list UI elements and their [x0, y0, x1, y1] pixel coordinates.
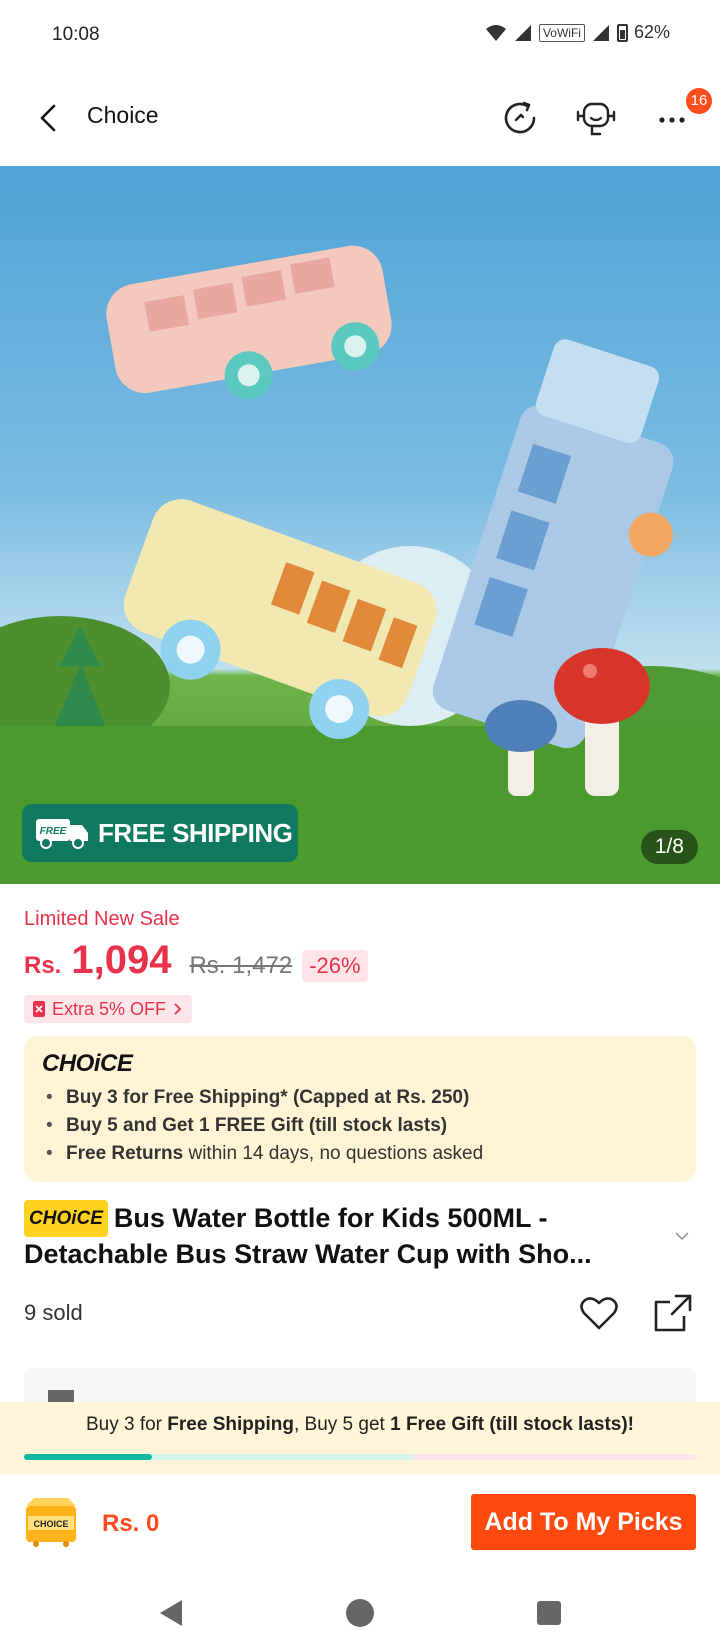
original-price: Rs. 1,472 [189, 952, 293, 979]
sold-count: 9 sold [24, 1300, 83, 1325]
extra-discount-coupon[interactable]: Extra 5% OFF [24, 995, 193, 1023]
history-icon[interactable] [496, 94, 544, 142]
bundle-progress-bar [24, 1454, 696, 1460]
bundle-promo-banner: Buy 3 for Free Shipping, Buy 5 get 1 Fre… [0, 1402, 720, 1474]
current-price: 1,094 [71, 938, 172, 982]
price-currency: Rs. [24, 952, 62, 979]
cart-label: CHOICE [33, 1519, 68, 1529]
notification-badge: 16 [686, 88, 712, 114]
picks-total: Rs. 0 [102, 1510, 160, 1537]
share-icon[interactable] [650, 1290, 696, 1336]
customer-service-icon[interactable] [572, 94, 620, 142]
benefit-item: Buy 5 and Get 1 FREE Gift (till stock la… [42, 1112, 678, 1140]
wifi-icon [485, 24, 506, 41]
nav-recents-icon[interactable] [532, 1596, 566, 1630]
system-nav-bar [0, 1574, 720, 1650]
image-pager: 1/8 [640, 830, 698, 864]
price-row: Rs. 1,094 Rs. 1,472 -26% [24, 938, 368, 983]
nav-back-icon[interactable] [154, 1596, 188, 1630]
battery-icon [616, 23, 628, 42]
back-icon[interactable] [30, 98, 70, 138]
benefit-item: Buy 3 for Free Shipping* (Capped at Rs. … [42, 1084, 678, 1112]
coupon-icon [33, 1001, 45, 1017]
add-to-picks-button[interactable]: Add To My Picks [471, 1494, 696, 1550]
page-title: Choice [87, 102, 159, 128]
delivery-truck-icon: FREE [36, 819, 88, 849]
product-photo [0, 245, 720, 884]
choice-cart-icon[interactable]: CHOICE [22, 1496, 80, 1548]
choice-logo: CHOiCE [42, 1050, 133, 1077]
wishlist-heart-icon[interactable] [578, 1292, 620, 1334]
promo-label: Limited New Sale [24, 908, 180, 930]
bundle-promo-text: Buy 3 for Free Shipping, Buy 5 get 1 Fre… [85, 1414, 635, 1435]
status-time: 10:08 [52, 24, 100, 45]
product-image-carousel[interactable]: FREE FREE SHIPPING 1/8 [0, 166, 720, 884]
free-tag-text: FREE [40, 826, 67, 837]
choice-tag: CHOiCE [24, 1200, 108, 1237]
status-bar: 10:08 VoWiFi 62% [0, 0, 720, 72]
chevron-down-icon[interactable] [672, 1226, 692, 1246]
signal-icon [514, 24, 531, 41]
product-title-text: Bus Water Bottle for Kids 500ML - Detach… [24, 1203, 592, 1269]
bundle-progress-fill [24, 1454, 152, 1460]
choice-benefit-list: Buy 3 for Free Shipping* (Capped at Rs. … [42, 1084, 678, 1168]
header: Choice 16 [0, 72, 720, 166]
nav-home-icon[interactable] [343, 1596, 377, 1630]
price-guarantee-row[interactable] [24, 1368, 696, 1404]
discount-badge: -26% [302, 950, 368, 982]
product-title[interactable]: CHOiCE Bus Water Bottle for Kids 500ML - … [24, 1200, 664, 1272]
coupon-label: Extra 5% OFF [52, 998, 167, 1019]
chevron-right-icon [174, 1003, 182, 1015]
free-shipping-badge: FREE FREE SHIPPING [22, 804, 298, 862]
status-icons: VoWiFi 62% [485, 22, 670, 43]
free-shipping-label: FREE SHIPPING [98, 817, 293, 848]
benefit-item: Free Returns within 14 days, no question… [42, 1140, 678, 1168]
signal-icon-2 [592, 24, 609, 41]
battery-level: 62% [633, 22, 670, 42]
vowifi-indicator: VoWiFi [538, 23, 585, 42]
choice-benefits-box[interactable]: CHOiCE Buy 3 for Free Shipping* (Capped … [24, 1036, 696, 1182]
bottom-action-bar: CHOICE Rs. 0 Add To My Picks [0, 1474, 720, 1574]
